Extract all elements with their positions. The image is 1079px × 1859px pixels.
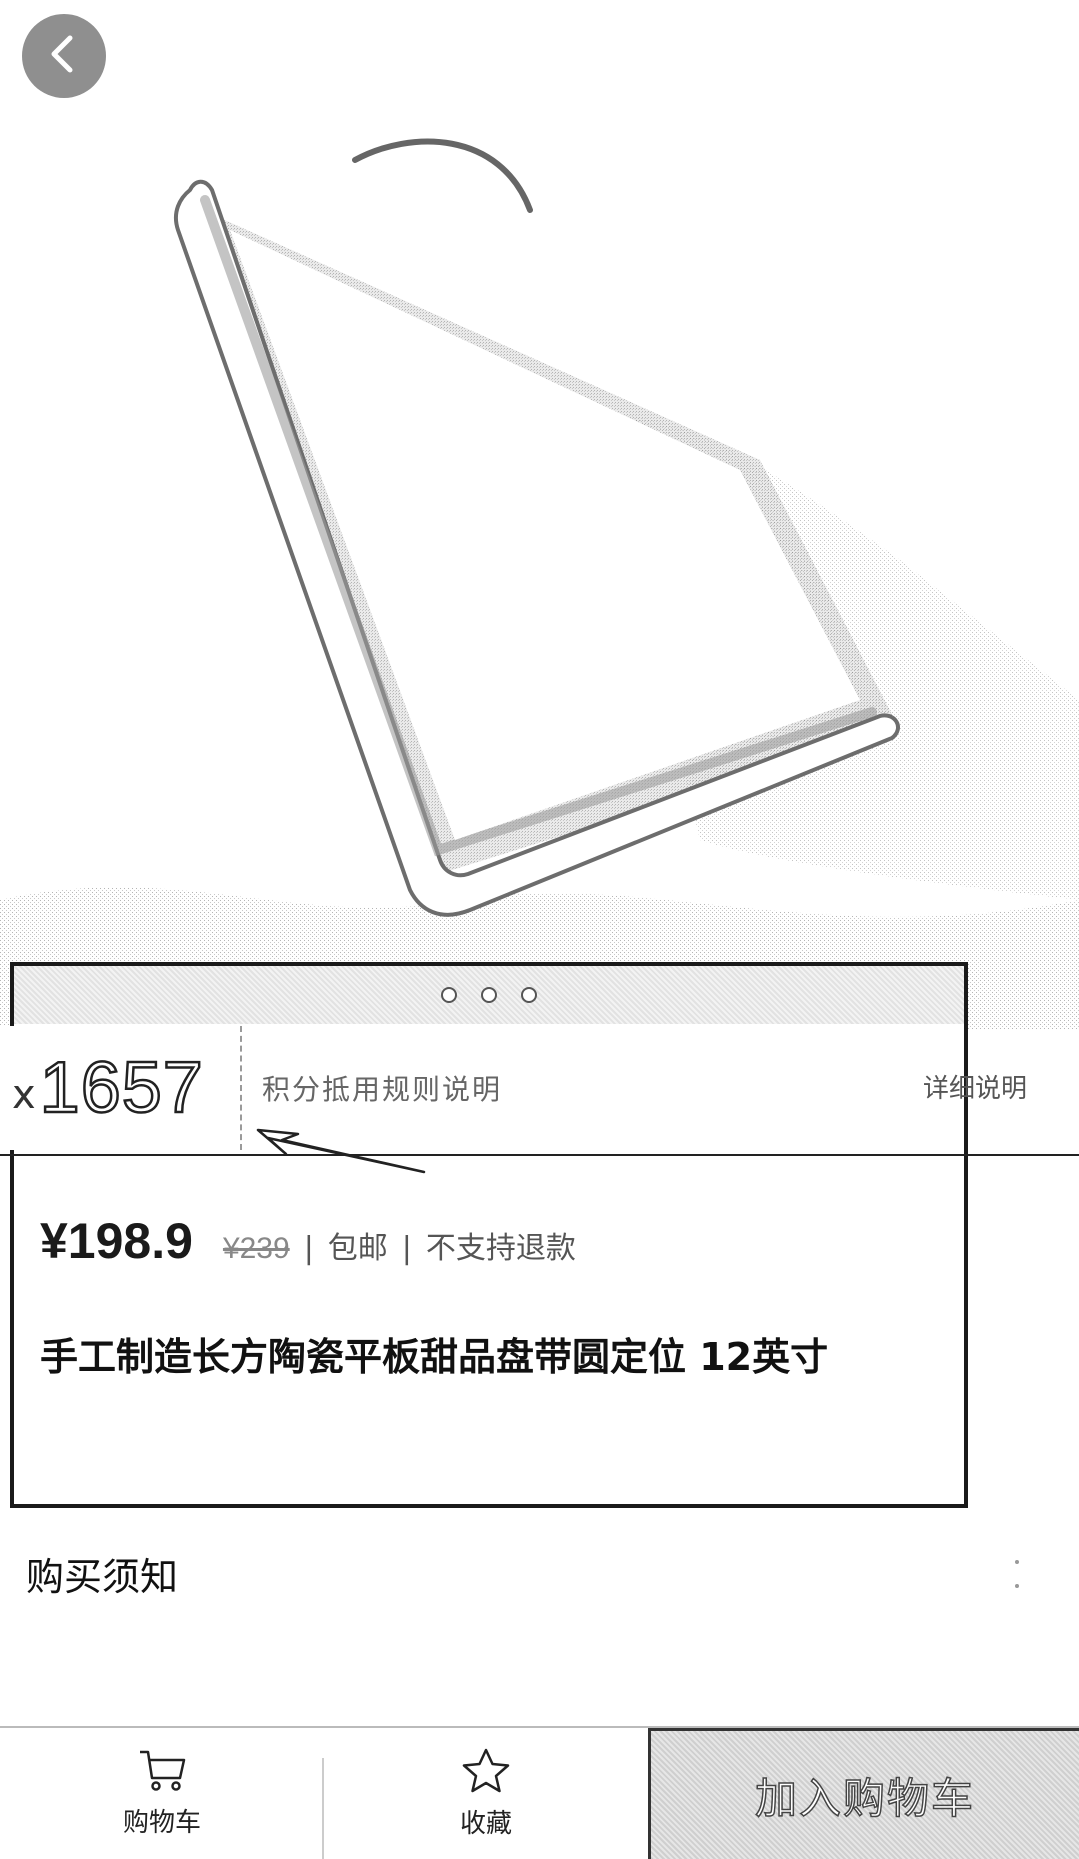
- product-image[interactable]: [0, 0, 1079, 1030]
- original-price: ¥239: [222, 1232, 290, 1265]
- chevron-right-icon: [1009, 1554, 1025, 1602]
- pointer-arrow-icon: [256, 1128, 426, 1174]
- ceramic-plate-illustration: [0, 138, 1079, 1030]
- free-shipping-tag: 包邮: [327, 1231, 388, 1266]
- add-to-cart-label: 加入购物车: [754, 1773, 975, 1824]
- tag-separator: |: [303, 1231, 314, 1266]
- points-badge: x 1657: [0, 1026, 242, 1150]
- favorite-label: 收藏: [459, 1809, 512, 1839]
- price-row: ¥198.9 ¥239 | 包邮 | 不支持退款: [40, 1212, 576, 1270]
- tag-separator: |: [401, 1231, 412, 1266]
- cart-button[interactable]: 购物车: [0, 1728, 324, 1859]
- points-detail-link[interactable]: 详细说明: [923, 1068, 1027, 1105]
- purchase-notice-label: 购买须知: [26, 1554, 179, 1599]
- product-detail-page: x 1657 积分抵用规则说明 详细说明 ¥198.9 ¥239 | 包邮 | …: [0, 0, 1079, 1859]
- bottom-action-bar: 购物车 收藏 加入购物车: [0, 1726, 1079, 1859]
- carousel-indicator: [14, 966, 964, 1024]
- add-to-cart-button[interactable]: 加入购物车: [648, 1728, 1079, 1859]
- cart-icon: [136, 1748, 188, 1798]
- no-refund-tag: 不支持退款: [425, 1231, 576, 1266]
- points-rule-text: 积分抵用规则说明: [262, 1073, 503, 1106]
- back-button[interactable]: [22, 14, 106, 98]
- favorite-button[interactable]: 收藏: [324, 1728, 648, 1859]
- points-prefix: x: [12, 1072, 36, 1118]
- carousel-dot-1[interactable]: [441, 987, 457, 1003]
- points-row: x 1657 积分抵用规则说明 详细说明: [0, 1020, 1079, 1156]
- purchase-notice-row[interactable]: 购买须知: [0, 1538, 1079, 1608]
- carousel-dot-3[interactable]: [521, 987, 537, 1003]
- carousel-dot-2[interactable]: [481, 987, 497, 1003]
- points-value: 1657: [38, 1047, 204, 1130]
- product-title: 手工制造长方陶瓷平板甜品盘带圆定位 12英寸: [40, 1335, 829, 1379]
- chevron-left-icon: [42, 32, 86, 80]
- cart-label: 购物车: [122, 1808, 201, 1838]
- current-price: ¥198.9: [40, 1213, 193, 1269]
- star-icon: [460, 1747, 512, 1799]
